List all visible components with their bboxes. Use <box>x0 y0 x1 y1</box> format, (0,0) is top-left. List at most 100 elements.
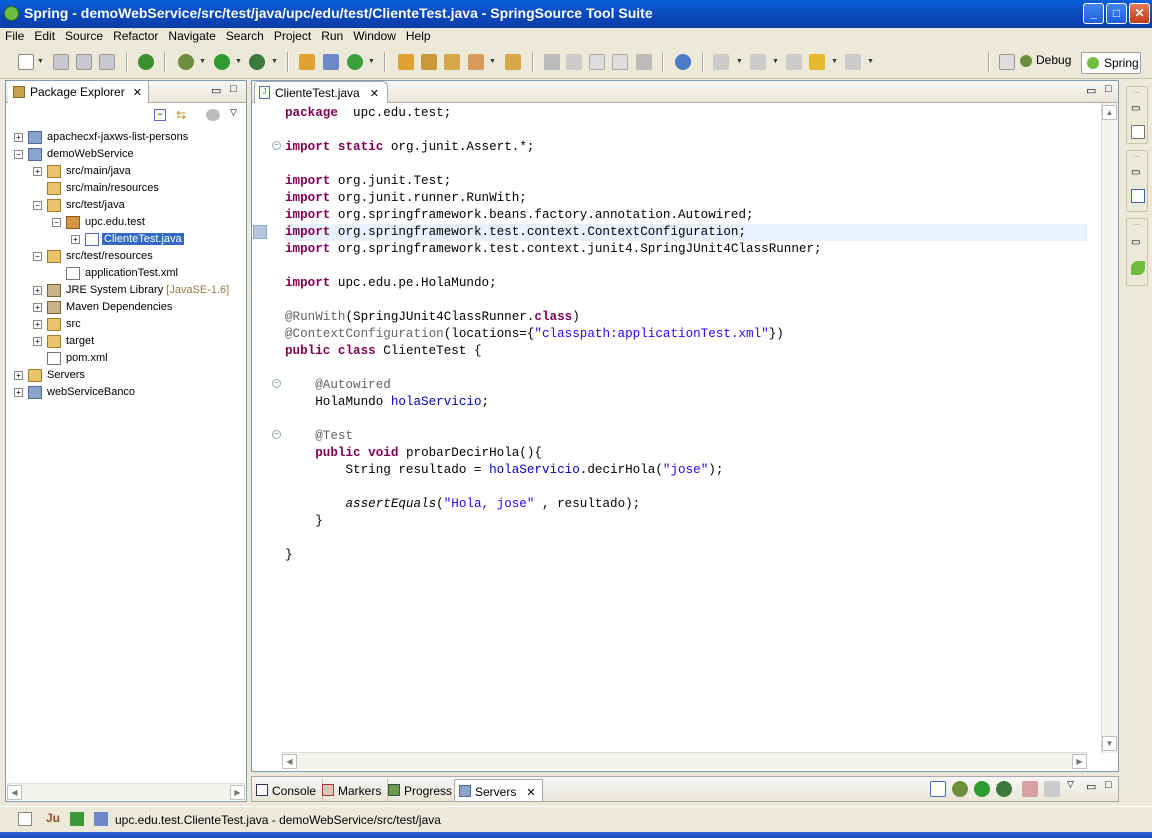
tree-item[interactable]: + JRE System Library [JavaSE-1.6] <box>6 282 246 299</box>
restore-icon[interactable]: ▭ <box>1131 167 1145 181</box>
maximize-view-icon[interactable]: □ <box>1105 779 1112 791</box>
fold-field-icon[interactable]: − <box>272 379 281 388</box>
code-line[interactable] <box>285 360 1087 377</box>
editor-horizontal-scrollbar[interactable]: ◀ ▶ <box>282 752 1087 769</box>
menu-edit[interactable]: Edit <box>29 28 60 43</box>
expand-icon[interactable]: + <box>71 235 80 244</box>
next-annotation-dropdown-icon[interactable]: ▼ <box>736 58 743 65</box>
explorer-horizontal-scrollbar[interactable]: ◀ ▶ <box>7 783 245 800</box>
tree-item[interactable]: pom.xml <box>6 350 246 367</box>
junit-icon[interactable]: Ju <box>46 811 60 825</box>
menu-source[interactable]: Source <box>60 28 108 43</box>
code-line[interactable]: @Test <box>285 428 1087 445</box>
tree-item[interactable]: − upc.edu.test <box>6 214 246 231</box>
perspective-spring[interactable]: Spring <box>1081 52 1141 74</box>
code-line[interactable]: @ContextConfiguration(locations={"classp… <box>285 326 1087 343</box>
profile-server-icon[interactable] <box>996 781 1012 797</box>
editor-vertical-scrollbar[interactable]: ▲ ▼ <box>1101 103 1118 753</box>
new-dropdown-icon[interactable]: ▼ <box>37 58 44 65</box>
maximize-view-icon[interactable]: □ <box>230 83 237 95</box>
gradle-icon[interactable] <box>70 812 84 826</box>
open-folder-icon[interactable] <box>444 54 460 70</box>
code-line[interactable]: import static org.junit.Assert.*; <box>285 139 1087 156</box>
code-line[interactable]: public void probarDecirHola(){ <box>285 445 1087 462</box>
search-dropdown-icon[interactable]: ▼ <box>489 58 496 65</box>
external-tools-dropdown-icon[interactable]: ▼ <box>271 58 278 65</box>
toggle-block-selection-icon[interactable] <box>589 54 605 70</box>
code-area[interactable]: package upc.edu.test; import static org.… <box>285 105 1087 564</box>
expand-icon[interactable]: + <box>14 388 23 397</box>
code-line[interactable]: HolaMundo holaServicio; <box>285 394 1087 411</box>
code-line[interactable] <box>285 479 1087 496</box>
run-icon[interactable] <box>214 54 230 70</box>
print-icon[interactable] <box>99 54 115 70</box>
minimize-button[interactable]: _ <box>1083 3 1104 24</box>
code-line[interactable]: String resultado = holaServicio.decirHol… <box>285 462 1087 479</box>
debug-icon[interactable] <box>178 54 194 70</box>
new-icon[interactable] <box>18 54 34 70</box>
restore-icon[interactable]: ▭ <box>1131 237 1145 251</box>
filters-icon[interactable] <box>206 109 220 121</box>
collapse-icon[interactable]: − <box>52 218 61 227</box>
close-button[interactable]: ✕ <box>1129 3 1150 24</box>
open-type-icon[interactable] <box>398 54 414 70</box>
code-line[interactable] <box>285 258 1087 275</box>
new-package-icon[interactable] <box>323 54 339 70</box>
start-server-icon[interactable] <box>974 781 990 797</box>
next-annotation-icon[interactable] <box>713 54 729 70</box>
code-line[interactable]: import org.springframework.test.context.… <box>285 241 1087 258</box>
code-line[interactable] <box>285 156 1087 173</box>
run-dropdown-icon[interactable]: ▼ <box>235 58 242 65</box>
expand-icon[interactable]: + <box>33 337 42 346</box>
expand-icon[interactable]: + <box>14 133 23 142</box>
code-line[interactable]: package upc.edu.test; <box>285 105 1087 122</box>
tab-markers[interactable]: Markers <box>318 779 389 801</box>
menu-search[interactable]: Search <box>221 28 269 43</box>
tab-console[interactable]: Console <box>252 779 324 801</box>
save-all-icon[interactable] <box>76 54 92 70</box>
debug-dropdown-icon[interactable]: ▼ <box>199 58 206 65</box>
collapse-icon[interactable]: − <box>33 252 42 261</box>
minimize-view-icon[interactable]: ▭ <box>211 84 221 97</box>
close-icon[interactable]: ✕ <box>370 88 379 100</box>
toggle-annotation-icon[interactable] <box>566 54 582 70</box>
scroll-left-icon[interactable]: ◀ <box>7 785 22 800</box>
scroll-up-icon[interactable]: ▲ <box>1102 105 1117 120</box>
debug-server-icon[interactable] <box>952 781 968 797</box>
fast-view-icon[interactable] <box>18 812 32 826</box>
open-resource-icon[interactable] <box>505 54 521 70</box>
collapse-all-icon[interactable] <box>930 781 946 797</box>
new-class-icon[interactable] <box>347 54 363 70</box>
menu-window[interactable]: Window <box>348 28 401 43</box>
code-line[interactable]: import org.springframework.test.context.… <box>285 224 1087 241</box>
spring-explorer-icon[interactable] <box>1131 261 1145 275</box>
maximize-editor-icon[interactable]: □ <box>1105 83 1112 95</box>
tree-item[interactable]: + apachecxf-jaxws-list-persons <box>6 129 246 146</box>
close-icon[interactable]: ✕ <box>526 787 535 799</box>
scroll-right-icon[interactable]: ▶ <box>1072 754 1087 769</box>
spring-dashboard-icon[interactable] <box>138 54 154 70</box>
view-menu-icon[interactable]: ▽ <box>230 107 237 118</box>
menu-run[interactable]: Run <box>316 28 348 43</box>
code-line[interactable]: @Autowired <box>285 377 1087 394</box>
code-line[interactable] <box>285 411 1087 428</box>
tree-item[interactable]: + target <box>6 333 246 350</box>
type-hierarchy-icon[interactable] <box>1131 189 1145 203</box>
previous-annotation-dropdown-icon[interactable]: ▼ <box>772 58 779 65</box>
menu-refactor[interactable]: Refactor <box>108 28 163 43</box>
fold-method-icon[interactable]: − <box>272 430 281 439</box>
code-line[interactable] <box>285 530 1087 547</box>
publish-icon[interactable] <box>1044 781 1060 797</box>
expand-icon[interactable]: + <box>14 371 23 380</box>
scroll-left-icon[interactable]: ◀ <box>282 754 297 769</box>
tree-item[interactable]: + src/main/java <box>6 163 246 180</box>
outline-icon[interactable] <box>1131 125 1145 139</box>
toggle-mark-occurrences-icon[interactable] <box>544 54 560 70</box>
code-line[interactable]: } <box>285 513 1087 530</box>
tab-package-explorer[interactable]: Package Explorer ✕ <box>8 81 149 103</box>
expand-icon[interactable]: + <box>33 303 42 312</box>
menu-project[interactable]: Project <box>269 28 316 43</box>
tab-servers[interactable]: Servers ✕ <box>454 779 543 801</box>
restore-icon[interactable]: ▭ <box>1131 103 1145 117</box>
menu-navigate[interactable]: Navigate <box>163 28 220 43</box>
